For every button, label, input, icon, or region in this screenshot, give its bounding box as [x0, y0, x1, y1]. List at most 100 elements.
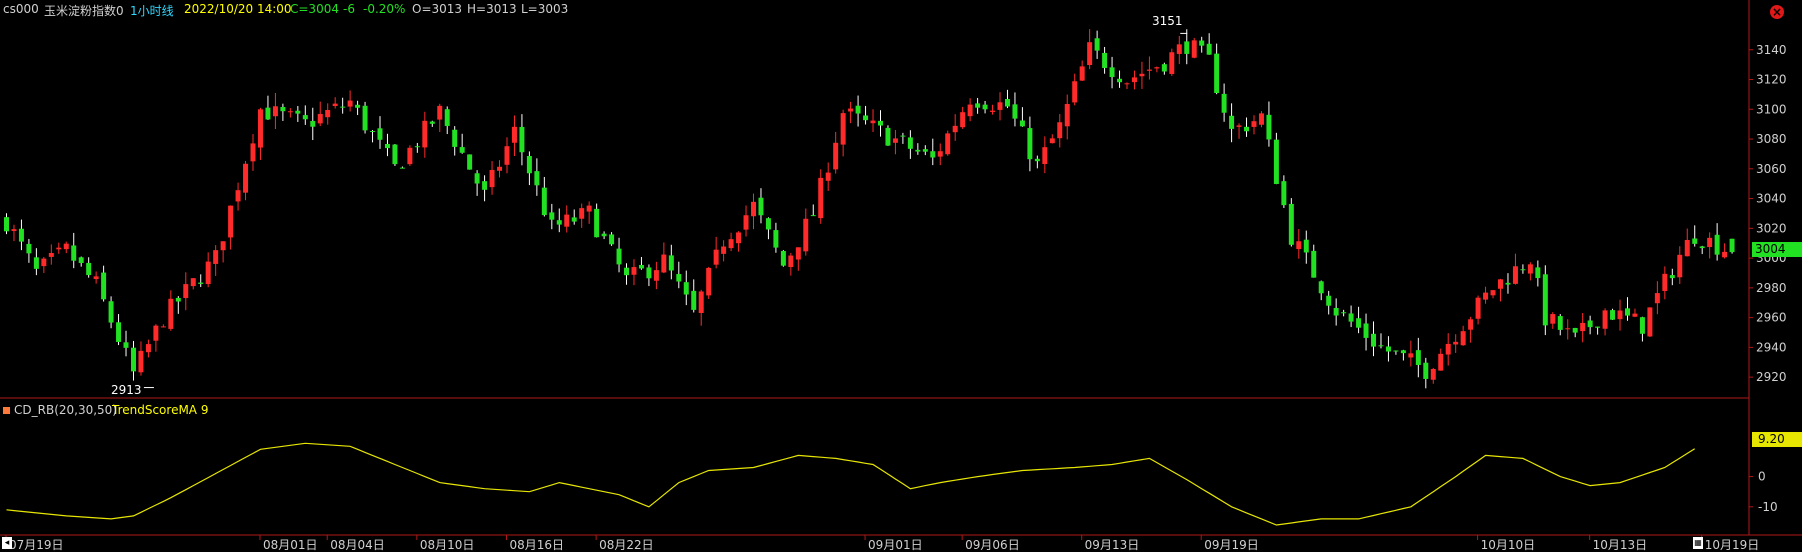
candlestick [340, 97, 346, 114]
candle-body [1034, 158, 1040, 162]
candle-body [1109, 67, 1115, 78]
candlestick [1699, 245, 1705, 255]
candle-body [1639, 317, 1645, 334]
candle-body [1154, 67, 1160, 69]
candle-body [384, 144, 390, 149]
candle-body [183, 284, 189, 299]
candlestick [160, 324, 166, 328]
period-label[interactable]: 1小时线 [130, 2, 174, 19]
candlestick [1102, 46, 1108, 74]
candlestick [1400, 349, 1406, 361]
candlestick [1378, 333, 1384, 349]
time-tick-label: 08月22日 [599, 538, 654, 552]
candle-body [243, 163, 249, 193]
close-icon[interactable]: × [1770, 5, 1784, 19]
candle-body [482, 181, 488, 190]
low-annotation: 2913 [111, 383, 142, 397]
candle-body [526, 155, 532, 174]
candlestick [437, 103, 443, 132]
candlestick [116, 314, 122, 346]
candle-body [571, 217, 577, 222]
candlestick [1647, 307, 1653, 337]
candle-body [1184, 41, 1190, 54]
candlestick [384, 133, 390, 157]
candlestick [4, 213, 9, 235]
candlestick [1266, 101, 1272, 147]
candle-body [444, 109, 450, 126]
candle-body [459, 147, 465, 153]
candle-body [1296, 241, 1302, 250]
candle-body [1326, 295, 1332, 306]
price-tick-label: 3100 [1756, 102, 1787, 116]
candle-body [1214, 53, 1220, 94]
candle-body [1669, 275, 1675, 279]
candle-body [153, 325, 159, 341]
high-annotation: 3151 [1152, 14, 1183, 28]
candlestick [1542, 265, 1548, 336]
candle-body [1124, 83, 1130, 85]
candlestick [541, 176, 547, 217]
indicator-name[interactable]: CD_RB(20,30,50) [14, 403, 117, 417]
candle-body [1117, 78, 1123, 83]
candlestick [1408, 340, 1414, 367]
candle-body [108, 301, 114, 323]
candlestick [1714, 223, 1720, 261]
candle-body [1684, 239, 1690, 257]
candlestick [952, 114, 958, 141]
candle-body [1139, 73, 1145, 77]
candlestick [653, 261, 659, 290]
candlestick [1363, 313, 1369, 351]
candlestick [765, 217, 771, 240]
candlestick [1079, 60, 1085, 81]
candle-body [818, 177, 824, 219]
candle-body [952, 125, 958, 133]
candle-body [1087, 42, 1093, 66]
candlestick [1214, 43, 1220, 95]
candle-body [160, 326, 166, 328]
candlestick [601, 231, 607, 240]
candlestick [1445, 333, 1451, 366]
candlestick [616, 237, 622, 273]
candlestick [877, 110, 883, 137]
candlestick [467, 154, 473, 170]
candle-body [1654, 293, 1660, 304]
candle-body [668, 255, 674, 271]
candlestick [1281, 175, 1287, 208]
candlestick [302, 105, 308, 125]
candle-body [795, 247, 801, 260]
candle-body [1229, 115, 1235, 129]
price-tick-label: 3060 [1756, 162, 1787, 176]
candle-body [751, 201, 756, 217]
change-percent: -0.20% [363, 2, 406, 16]
candle-body [370, 130, 376, 133]
calendar-icon[interactable]: ▦ [1693, 537, 1703, 549]
candlestick [18, 219, 24, 251]
time-tick-label: 09月13日 [1085, 538, 1140, 552]
candlestick [1064, 94, 1070, 140]
candlestick [1034, 155, 1040, 169]
candlestick [399, 166, 405, 169]
candlestick [1318, 280, 1324, 301]
close-value: C=3004 [290, 2, 339, 16]
candlestick [1273, 132, 1279, 185]
candle-body [1341, 312, 1347, 314]
candle-body [41, 258, 47, 267]
candle-body [930, 151, 936, 158]
candle-body [437, 105, 443, 120]
candlestick [168, 290, 174, 331]
scroll-left-icon[interactable]: ◂ [2, 537, 12, 549]
candlestick [1527, 262, 1533, 281]
candlestick [997, 92, 1003, 121]
candlestick [1483, 286, 1489, 304]
candlestick [265, 95, 271, 120]
candle-body [1273, 139, 1279, 184]
candlestick [825, 162, 831, 191]
candle-body [1042, 147, 1048, 164]
candle-body [982, 104, 988, 110]
candlestick [452, 126, 458, 156]
candlestick [33, 248, 39, 276]
candle-body [556, 220, 562, 225]
candlestick [377, 116, 383, 149]
candle-body [833, 142, 839, 170]
candlestick [511, 115, 517, 157]
